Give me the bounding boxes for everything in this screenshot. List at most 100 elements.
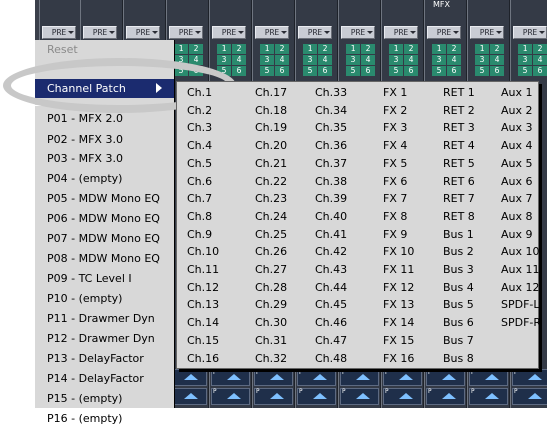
- menu-item[interactable]: P03 - MFX 3.0: [35, 149, 174, 168]
- channel-patch-item[interactable]: Ch.28: [255, 278, 287, 297]
- channel-number[interactable]: 4: [318, 55, 332, 65]
- channel-number[interactable]: 1: [346, 44, 360, 54]
- channel-patch-item[interactable]: Ch.6: [187, 172, 212, 191]
- fader-button[interactable]: P: [211, 369, 250, 386]
- channel-patch-item[interactable]: Ch.46: [315, 313, 347, 332]
- channel-patch-item[interactable]: Ch.11: [187, 260, 219, 279]
- channel-patch-item[interactable]: Ch.31: [255, 331, 287, 350]
- menu-item[interactable]: P15 - (empty): [35, 389, 174, 408]
- channel-patch-item[interactable]: Bus 1: [443, 225, 474, 244]
- channel-patch-item[interactable]: FX 5: [383, 154, 407, 173]
- fader-button[interactable]: P: [254, 369, 293, 386]
- channel-patch-item[interactable]: Aux 7: [501, 189, 533, 208]
- channel-patch-item[interactable]: Ch.42: [315, 242, 347, 261]
- channel-number[interactable]: 5: [518, 66, 532, 76]
- channel-patch-item[interactable]: Bus 4: [443, 278, 474, 297]
- channel-patch-item[interactable]: Ch.5: [187, 154, 212, 173]
- channel-number[interactable]: 3: [389, 55, 403, 65]
- pre-button[interactable]: PRE: [384, 26, 418, 39]
- channel-patch-item[interactable]: Ch.43: [315, 260, 347, 279]
- menu-item[interactable]: P16 - (empty): [35, 409, 174, 428]
- channel-number[interactable]: 5: [475, 66, 489, 76]
- channel-patch-item[interactable]: Bus 3: [443, 260, 474, 279]
- channel-patch-item[interactable]: Ch.21: [255, 154, 287, 173]
- channel-patch-item[interactable]: FX 12: [383, 278, 414, 297]
- channel-patch-item[interactable]: Bus 7: [443, 331, 474, 350]
- channel-patch-item[interactable]: Ch.41: [315, 225, 347, 244]
- channel-patch-item[interactable]: Ch.8: [187, 207, 212, 226]
- menu-item[interactable]: P04 - (empty): [35, 169, 174, 188]
- channel-patch-item[interactable]: Aux 12: [501, 278, 540, 297]
- channel-number[interactable]: 4: [361, 55, 375, 65]
- channel-patch-item[interactable]: RET 4: [443, 136, 475, 155]
- menu-item[interactable]: Reset: [35, 40, 174, 59]
- channel-patch-item[interactable]: Ch.37: [315, 154, 347, 173]
- menu-item[interactable]: P09 - TC Level I: [35, 269, 174, 288]
- channel-number[interactable]: 1: [518, 44, 532, 54]
- channel-patch-item[interactable]: SPDF-L: [501, 295, 540, 314]
- channel-patch-item[interactable]: Ch.40: [315, 207, 347, 226]
- channel-number[interactable]: 4: [447, 55, 461, 65]
- fader-button[interactable]: P: [469, 369, 508, 386]
- pre-button[interactable]: PRE: [126, 26, 160, 39]
- channel-number[interactable]: 6: [404, 66, 418, 76]
- channel-patch-item[interactable]: RET 1: [443, 83, 475, 102]
- fader-button[interactable]: P: [254, 388, 293, 405]
- fader-button[interactable]: P: [340, 388, 379, 405]
- channel-number[interactable]: 1: [260, 44, 274, 54]
- channel-number[interactable]: 6: [232, 66, 246, 76]
- fader-button[interactable]: P: [383, 388, 422, 405]
- channel-patch-item[interactable]: Aux 1: [501, 83, 533, 102]
- channel-patch-item[interactable]: FX 2: [383, 101, 407, 120]
- channel-number[interactable]: 4: [404, 55, 418, 65]
- menu-item[interactable]: P11 - Drawmer Dyn: [35, 309, 174, 328]
- channel-patch-item[interactable]: Ch.29: [255, 295, 287, 314]
- menu-item[interactable]: P02 - MFX 3.0: [35, 130, 174, 149]
- fader-button[interactable]: P: [297, 369, 336, 386]
- channel-number[interactable]: 5: [346, 66, 360, 76]
- channel-patch-item[interactable]: Ch.35: [315, 118, 347, 137]
- channel-patch-item[interactable]: Ch.22: [255, 172, 287, 191]
- channel-patch-item[interactable]: Aux 4: [501, 136, 533, 155]
- channel-patch-item[interactable]: Aux 10: [501, 242, 540, 261]
- channel-number[interactable]: 6: [533, 66, 547, 76]
- pre-button[interactable]: PRE: [427, 26, 461, 39]
- channel-patch-item[interactable]: FX 7: [383, 189, 407, 208]
- channel-patch-item[interactable]: FX 16: [383, 349, 414, 368]
- channel-patch-item[interactable]: FX 15: [383, 331, 414, 350]
- channel-number[interactable]: 2: [232, 44, 246, 54]
- channel-patch-item[interactable]: Ch.23: [255, 189, 287, 208]
- channel-patch-item[interactable]: Ch.3: [187, 118, 212, 137]
- channel-number[interactable]: 1: [432, 44, 446, 54]
- channel-patch-item[interactable]: Ch.30: [255, 313, 287, 332]
- channel-patch-item[interactable]: FX 13: [383, 295, 414, 314]
- channel-patch-item[interactable]: Ch.17: [255, 83, 287, 102]
- pre-button[interactable]: PRE: [341, 26, 375, 39]
- channel-number[interactable]: 1: [217, 44, 231, 54]
- channel-patch-item[interactable]: RET 7: [443, 189, 475, 208]
- channel-number[interactable]: 5: [260, 66, 274, 76]
- channel-patch-item[interactable]: Ch.1: [187, 83, 212, 102]
- pre-button[interactable]: PRE: [513, 26, 547, 39]
- channel-patch-item[interactable]: Bus 2: [443, 242, 474, 261]
- fader-button[interactable]: P: [340, 369, 379, 386]
- channel-number[interactable]: 1: [389, 44, 403, 54]
- channel-patch-item[interactable]: FX 4: [383, 136, 407, 155]
- channel-patch-item[interactable]: Ch.16: [187, 349, 219, 368]
- menu-item[interactable]: P14 - DelayFactor: [35, 369, 174, 388]
- pre-button[interactable]: PRE: [470, 26, 504, 39]
- channel-patch-item[interactable]: FX 8: [383, 207, 407, 226]
- channel-number[interactable]: 3: [303, 55, 317, 65]
- channel-number[interactable]: 2: [189, 44, 203, 54]
- channel-patch-item[interactable]: Ch.34: [315, 101, 347, 120]
- menu-item[interactable]: P06 - MDW Mono EQ: [35, 209, 174, 228]
- channel-patch-item[interactable]: Aux 3: [501, 118, 533, 137]
- channel-patch-item[interactable]: FX 3: [383, 118, 407, 137]
- pre-button[interactable]: PRE: [212, 26, 246, 39]
- channel-number[interactable]: 5: [389, 66, 403, 76]
- channel-patch-item[interactable]: Ch.33: [315, 83, 347, 102]
- channel-patch-item[interactable]: FX 9: [383, 225, 407, 244]
- channel-number[interactable]: 3: [346, 55, 360, 65]
- channel-patch-item[interactable]: Ch.10: [187, 242, 219, 261]
- channel-patch-item[interactable]: Ch.19: [255, 118, 287, 137]
